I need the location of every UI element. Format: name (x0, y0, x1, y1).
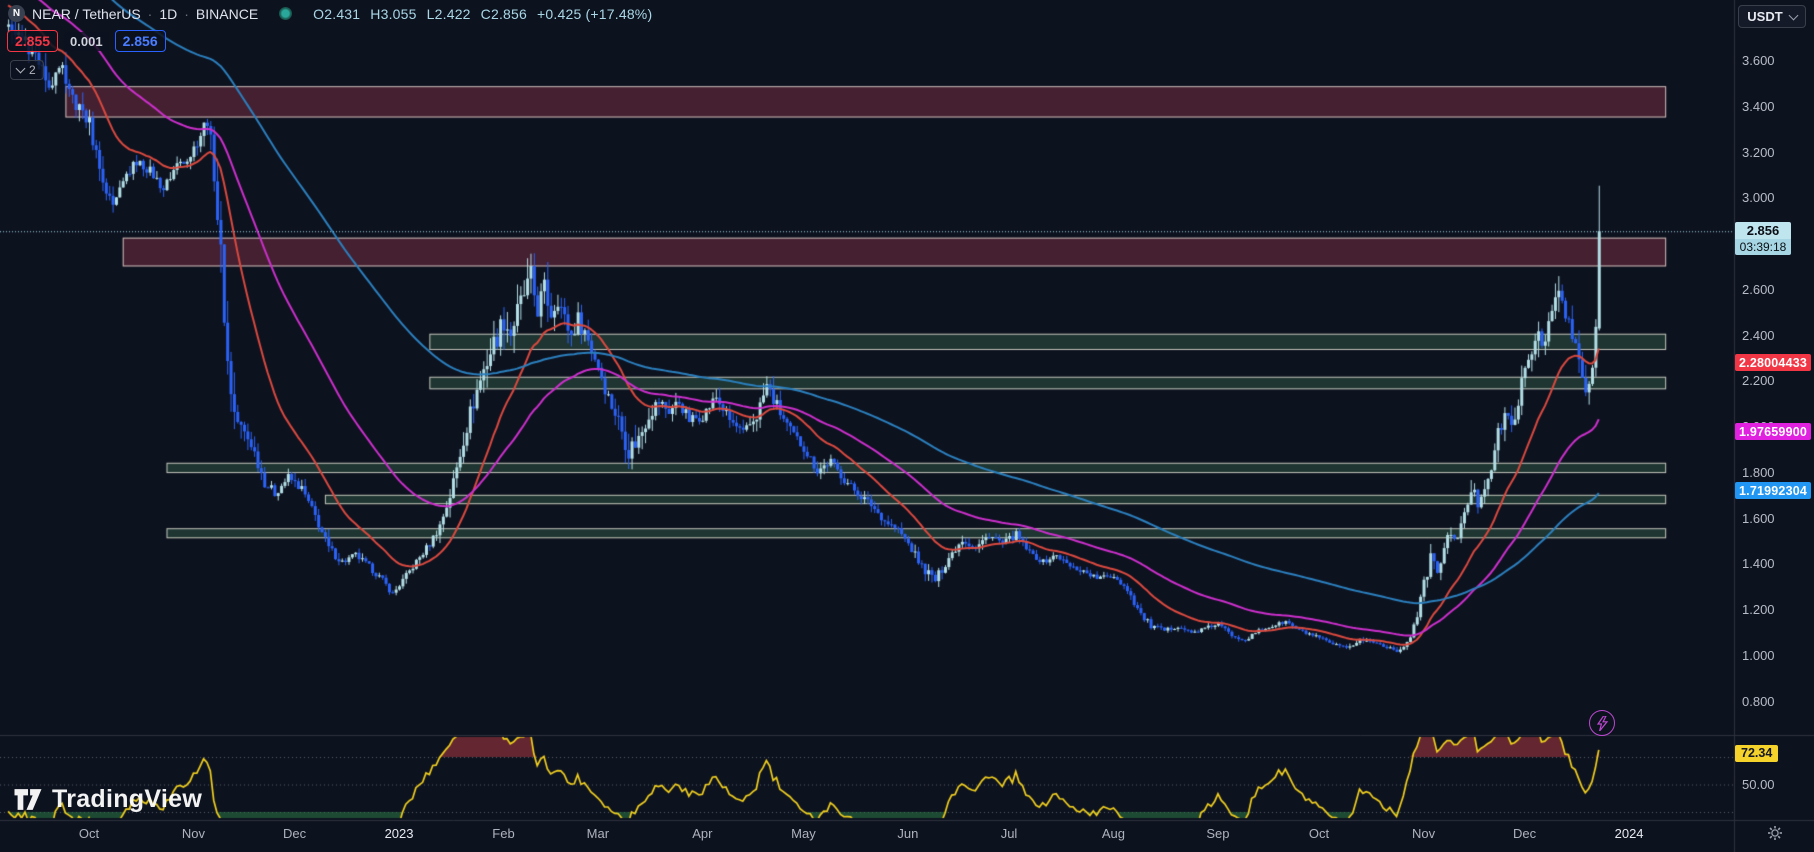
price-tick: 1.800 (1742, 465, 1808, 480)
buy-button[interactable]: 2.856 (115, 30, 166, 52)
time-tick: 2024 (1599, 826, 1659, 841)
time-tick: Oct (1289, 826, 1349, 841)
price-tick: 2.200 (1742, 373, 1808, 388)
time-tick: Dec (1495, 826, 1555, 841)
time-tick: Aug (1083, 826, 1143, 841)
time-tick: Sep (1188, 826, 1248, 841)
sell-button[interactable]: 2.855 (7, 30, 58, 52)
symbol-legend[interactable]: N NEAR / TetherUS · 1D · BINANCE O2.431 … (8, 5, 652, 22)
spread-value: 0.001 (64, 32, 109, 51)
ohlc-change: +0.425 (+17.48%) (537, 6, 652, 22)
lightning-button[interactable] (1589, 710, 1615, 736)
tradingview-watermark[interactable]: TradingView (13, 785, 202, 814)
rsi-value-label: 72.34 (1735, 745, 1778, 762)
symbol-name[interactable]: NEAR / TetherUS (32, 6, 141, 22)
indicators-count: 2 (29, 63, 36, 77)
bar-countdown: 03:39:18 (1735, 239, 1791, 255)
legend-separator: · (184, 6, 189, 22)
market-status-icon (279, 7, 292, 20)
chart-canvas[interactable] (0, 0, 1814, 852)
ohlc-low: L2.422 (427, 6, 471, 22)
price-tick: 3.400 (1742, 99, 1808, 114)
time-tick: Jul (979, 826, 1039, 841)
ma-price-label: 1.97659900 (1735, 423, 1811, 440)
time-tick: Nov (163, 826, 223, 841)
price-tick: 1.400 (1742, 556, 1808, 571)
time-tick: May (773, 826, 833, 841)
chevron-down-icon (1788, 10, 1798, 20)
interval-label[interactable]: 1D (159, 6, 177, 22)
symbol-logo-icon: N (8, 5, 25, 22)
tradingview-chart-window: N NEAR / TetherUS · 1D · BINANCE O2.431 … (0, 0, 1814, 852)
ma-price-label: 1.71992304 (1735, 482, 1811, 499)
chevron-down-icon (16, 64, 26, 74)
time-tick: Apr (672, 826, 732, 841)
ohlc-open: O2.431 (313, 6, 360, 22)
ma-price-label: 2.28004433 (1735, 354, 1811, 371)
lightning-bolt-icon (1596, 716, 1609, 731)
time-tick: Dec (265, 826, 325, 841)
time-tick: Mar (568, 826, 628, 841)
price-tick: 3.000 (1742, 190, 1808, 205)
price-tick: 3.200 (1742, 145, 1808, 160)
currency-label: USDT (1747, 9, 1782, 24)
rsi-mid-tick: 50.00 (1742, 777, 1775, 792)
trade-panel: 2.855 0.001 2.856 (7, 30, 166, 52)
last-price-value: 2.856 (1735, 222, 1791, 239)
price-tick: 3.600 (1742, 53, 1808, 68)
ohlc-values: O2.431 H3.055 L2.422 C2.856 +0.425 (+17.… (313, 6, 652, 22)
price-tick: 0.800 (1742, 694, 1808, 709)
ohlc-high: H3.055 (370, 6, 416, 22)
time-tick: Oct (59, 826, 119, 841)
price-tick: 2.400 (1742, 328, 1808, 343)
currency-dropdown[interactable]: USDT (1738, 5, 1806, 28)
ohlc-close: C2.856 (481, 6, 527, 22)
tradingview-logo-icon (13, 786, 43, 813)
price-tick: 1.600 (1742, 511, 1808, 526)
price-tick: 1.000 (1742, 648, 1808, 663)
indicators-collapse-button[interactable]: 2 (10, 60, 44, 80)
gear-icon[interactable] (1767, 825, 1783, 846)
legend-separator: · (148, 6, 153, 22)
time-tick: Feb (474, 826, 534, 841)
tradingview-brand-text: TradingView (52, 785, 202, 814)
price-tick: 1.200 (1742, 602, 1808, 617)
price-tick: 2.600 (1742, 282, 1808, 297)
last-price-label: 2.856 03:39:18 (1735, 222, 1791, 255)
time-tick: 2023 (369, 826, 429, 841)
time-tick: Jun (878, 826, 938, 841)
exchange-label[interactable]: BINANCE (196, 6, 258, 22)
time-tick: Nov (1394, 826, 1454, 841)
